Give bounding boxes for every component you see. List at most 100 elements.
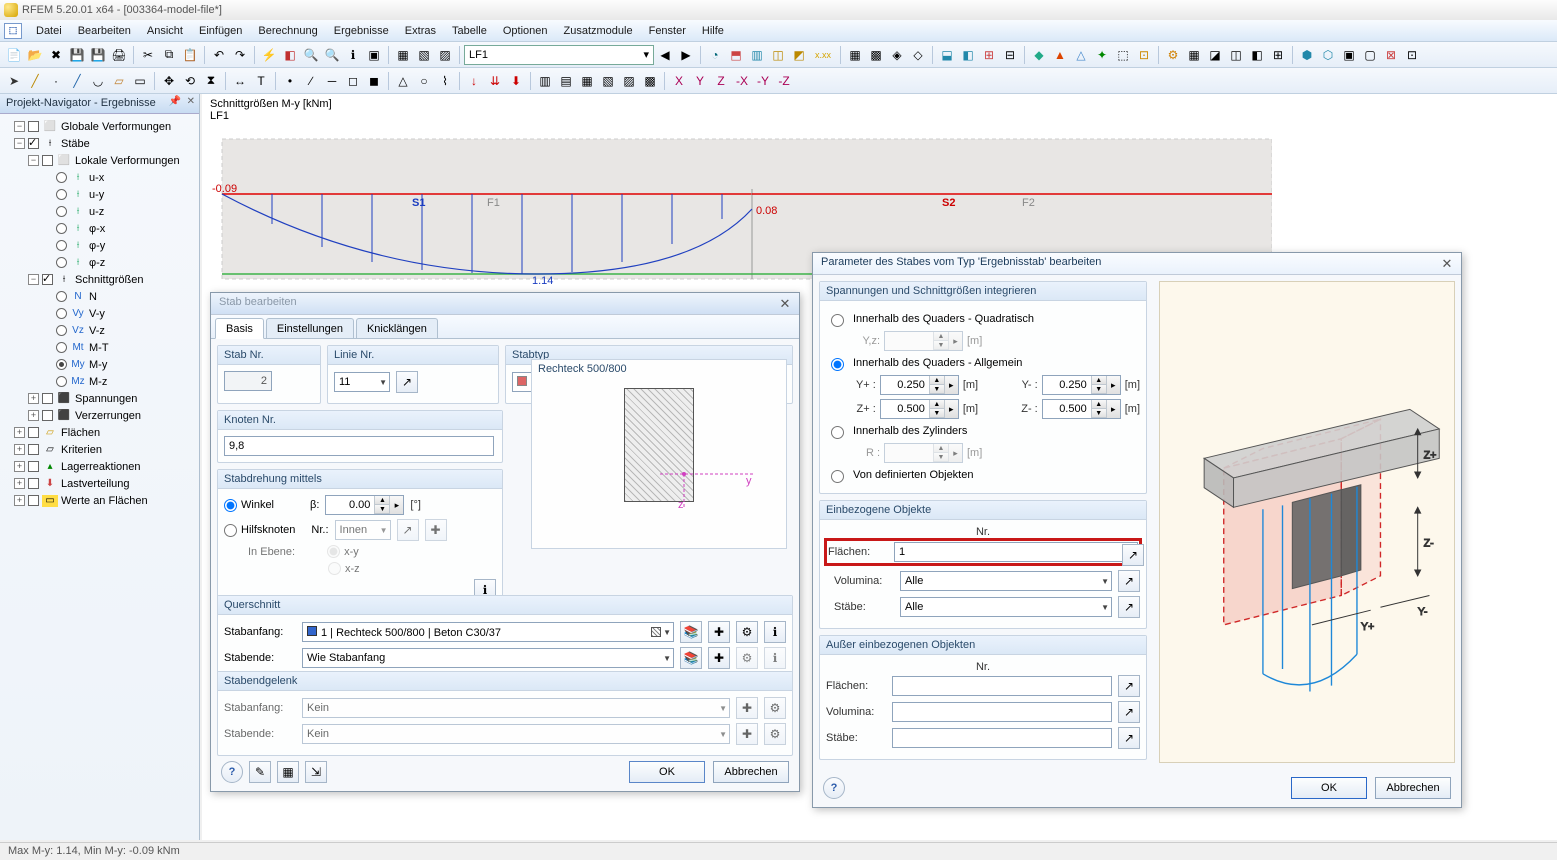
measure-icon[interactable]: x.xx [810, 45, 836, 65]
hinge-icon[interactable]: ○ [414, 71, 434, 91]
tbtn-b[interactable]: ⬒ [726, 45, 746, 65]
tbtn-f[interactable]: ▦ [845, 45, 865, 65]
table-icon[interactable]: ▦ [277, 761, 299, 783]
menu-einfuegen[interactable]: Einfügen [191, 22, 250, 40]
loadcase-combo[interactable]: LF1▾ [464, 45, 654, 65]
sel-surface-icon[interactable]: ◻ [343, 71, 363, 91]
menu-extras[interactable]: Extras [397, 22, 444, 40]
res2-icon[interactable]: ▤ [556, 71, 576, 91]
window-icon[interactable]: ▣ [364, 45, 384, 65]
member-icon[interactable]: ╱ [67, 71, 87, 91]
param-cancel-button[interactable]: Abbrechen [1375, 777, 1451, 799]
x-icon[interactable]: X [669, 71, 689, 91]
tab-knicklaengen[interactable]: Knicklängen [356, 318, 438, 338]
tree-vy[interactable]: VyV-y [2, 305, 197, 322]
radio-allgemein[interactable]: Innerhalb des Quaders - Allgemein [826, 355, 1140, 371]
tbtn-z5[interactable]: ⊠ [1381, 45, 1401, 65]
cancel-button[interactable]: Abbrechen [713, 761, 789, 783]
undo-icon[interactable]: ↶ [209, 45, 229, 65]
arc-icon[interactable]: ◡ [88, 71, 108, 91]
tree-phix[interactable]: ⟊φ-x [2, 220, 197, 237]
y-icon[interactable]: Y [690, 71, 710, 91]
input-ex-flaechen[interactable] [892, 676, 1112, 696]
tbtn-w[interactable]: ◫ [1226, 45, 1246, 65]
pick-volumina-icon[interactable]: ↗ [1118, 570, 1140, 592]
radio-quadratisch[interactable]: Innerhalb des Quaders - Quadratisch [826, 311, 1140, 327]
spring-icon[interactable]: ⌇ [435, 71, 455, 91]
tree-staebe[interactable]: −⟊Stäbe [2, 135, 197, 152]
ok-button[interactable]: OK [629, 761, 705, 783]
tbtn-a[interactable]: ◔ [705, 45, 725, 65]
tbtn-z1[interactable]: ⬢ [1297, 45, 1317, 65]
pointer-icon[interactable]: ➤ [4, 71, 24, 91]
combo-linie-nr[interactable]: 11▼ [334, 372, 390, 392]
dialog-stab-close-icon[interactable]: ✕ [777, 296, 793, 310]
tbtn-q[interactable]: ✦ [1092, 45, 1112, 65]
tbtn-n[interactable]: ◆ [1029, 45, 1049, 65]
tab-basis[interactable]: Basis [215, 318, 264, 339]
combo-volumina[interactable]: Alle▼ [900, 571, 1112, 591]
solid-icon[interactable]: ▭ [130, 71, 150, 91]
tbtn-p[interactable]: △ [1071, 45, 1091, 65]
support-icon[interactable]: △ [393, 71, 413, 91]
load2-icon[interactable]: ⇊ [485, 71, 505, 91]
print-icon[interactable]: 🖨 [109, 45, 129, 65]
tbtn-o[interactable]: ▲ [1050, 45, 1070, 65]
tree-ux[interactable]: ⟊u-x [2, 169, 197, 186]
tree-kriterien[interactable]: +▱Kriterien [2, 441, 197, 458]
tree-spannungen[interactable]: +⬛Spannungen [2, 390, 197, 407]
input-knoten[interactable] [224, 436, 494, 456]
input-ex-volumina[interactable] [892, 702, 1112, 722]
tree-mz[interactable]: MzM-z [2, 373, 197, 390]
res1-icon[interactable]: ▥ [535, 71, 555, 91]
tbtn-i[interactable]: ◇ [908, 45, 928, 65]
tree-global-deform[interactable]: −⬜Globale Verformungen [2, 118, 197, 135]
menu-ergebnisse[interactable]: Ergebnisse [326, 22, 397, 40]
tree-phiy[interactable]: ⟊φ-y [2, 237, 197, 254]
tree-uy[interactable]: ⟊u-y [2, 186, 197, 203]
dialog-param-title[interactable]: Parameter des Stabes vom Typ 'Ergebnisst… [813, 253, 1461, 275]
tbtn-d[interactable]: ◫ [768, 45, 788, 65]
tree-uz[interactable]: ⟊u-z [2, 203, 197, 220]
tbtn-k[interactable]: ◧ [958, 45, 978, 65]
res5-icon[interactable]: ▨ [619, 71, 639, 91]
pick-line-icon[interactable]: ↗ [396, 371, 418, 393]
pick-ex-volumina-icon[interactable]: ↗ [1118, 701, 1140, 723]
move-icon[interactable]: ✥ [159, 71, 179, 91]
tree-n[interactable]: NN [2, 288, 197, 305]
qs1-lib-icon[interactable]: 📚 [680, 621, 702, 643]
param-help-button[interactable]: ? [823, 777, 845, 799]
pick-flaechen-icon[interactable]: ↗ [1122, 544, 1144, 566]
sel-line-icon[interactable]: ∕ [301, 71, 321, 91]
res6-icon[interactable]: ▩ [640, 71, 660, 91]
mirror-icon[interactable]: ⧗ [201, 71, 221, 91]
load1-icon[interactable]: ↓ [464, 71, 484, 91]
tbtn-j[interactable]: ⬓ [937, 45, 957, 65]
saveas-icon[interactable]: 💾 [88, 45, 108, 65]
sel-member-icon[interactable]: ─ [322, 71, 342, 91]
tree-mt[interactable]: MtM-T [2, 339, 197, 356]
tbtn-t[interactable]: ⚙ [1163, 45, 1183, 65]
zoom-icon[interactable]: 🔍 [301, 45, 321, 65]
zoom-out-icon[interactable]: 🔍 [322, 45, 342, 65]
res4-icon[interactable]: ▧ [598, 71, 618, 91]
z-icon[interactable]: Z [711, 71, 731, 91]
text-icon[interactable]: T [251, 71, 271, 91]
menu-hilfe[interactable]: Hilfe [694, 22, 732, 40]
tree-vz[interactable]: VzV-z [2, 322, 197, 339]
tree-local-deform[interactable]: −⬜Lokale Verformungen [2, 152, 197, 169]
qs1-info-icon[interactable]: ℹ [764, 621, 786, 643]
sel-node-icon[interactable]: • [280, 71, 300, 91]
radio-hilfsknoten[interactable]: Hilfsknoten [224, 524, 295, 537]
radio-winkel[interactable]: Winkel [224, 499, 274, 512]
dialog-stab-title[interactable]: Stab bearbeiten ✕ [211, 293, 799, 315]
sel-solid-icon[interactable]: ◼ [364, 71, 384, 91]
tbtn-u[interactable]: ▦ [1184, 45, 1204, 65]
close-icon[interactable]: ✖ [46, 45, 66, 65]
line-icon[interactable]: ╱ [25, 71, 45, 91]
tbtn-z6[interactable]: ⊡ [1402, 45, 1422, 65]
param-ok-button[interactable]: OK [1291, 777, 1367, 799]
menu-berechnung[interactable]: Berechnung [250, 22, 325, 40]
tbtn-m[interactable]: ⊟ [1000, 45, 1020, 65]
menu-zusatzmodule[interactable]: Zusatzmodule [556, 22, 641, 40]
